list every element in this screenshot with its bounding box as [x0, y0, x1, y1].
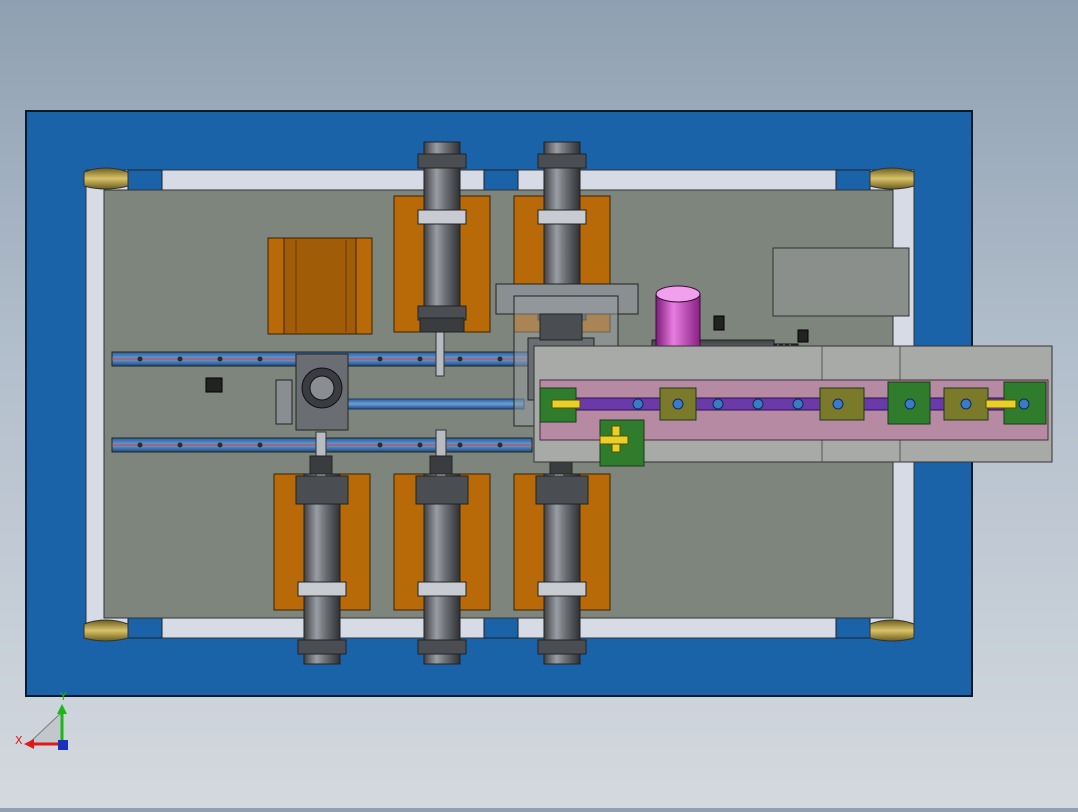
- magenta-motor[interactable]: [655, 285, 701, 353]
- ball-screw[interactable]: [343, 398, 525, 410]
- triad-x-label: X: [15, 734, 23, 747]
- triad-y-label: Y: [59, 690, 67, 703]
- model-canvas[interactable]: Y X: [0, 0, 1078, 808]
- control-box[interactable]: [772, 247, 910, 317]
- servo-motor-housing[interactable]: [267, 237, 373, 335]
- coordinate-triad: Y X: [15, 690, 68, 750]
- cad-viewport[interactable]: Y X: [0, 0, 1078, 808]
